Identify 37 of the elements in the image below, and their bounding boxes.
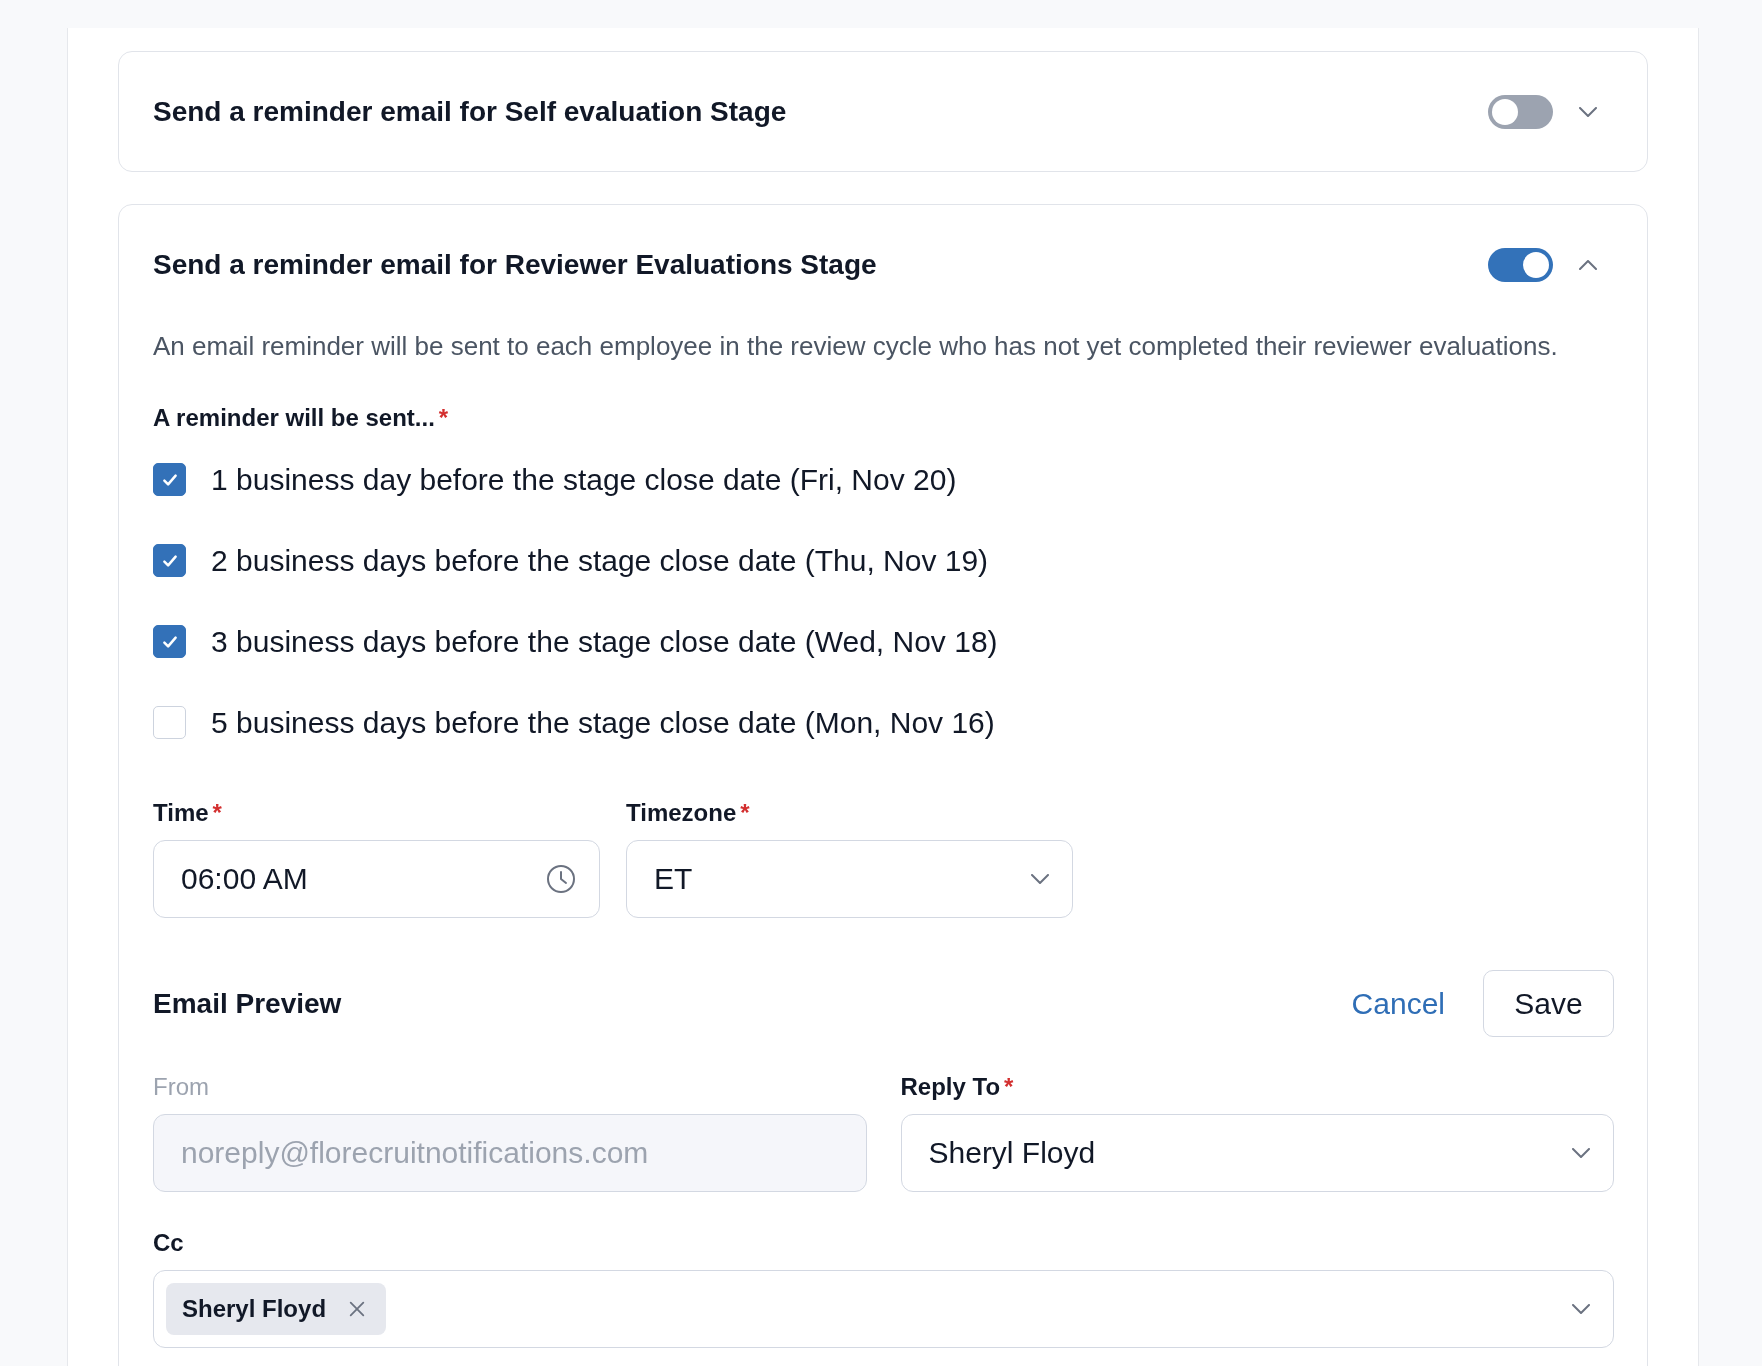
section-heading: Email Preview bbox=[153, 987, 343, 1020]
checkbox-label[interactable]: 3 business days before the stage close date (Wed, Nov 18) bbox=[211, 619, 998, 664]
selected-chip[interactable]: Sheryl Floyd bbox=[166, 1283, 387, 1335]
chevron-down-icon bbox=[1031, 874, 1049, 884]
checkbox[interactable] bbox=[153, 463, 186, 496]
field-label: A reminder will be sent... bbox=[153, 404, 435, 432]
toggle-switch[interactable] bbox=[1488, 248, 1553, 282]
dropdown-field[interactable]: Sheryl Floyd bbox=[900, 1114, 1614, 1192]
time-field[interactable]: 06:00 AM bbox=[153, 840, 600, 918]
chevron-up-icon[interactable] bbox=[1579, 260, 1597, 270]
section-title: Send a reminder email for Self evaluation Stage bbox=[153, 96, 788, 128]
outlined-button[interactable]: Save bbox=[1483, 970, 1614, 1037]
field-label: From bbox=[153, 1073, 209, 1101]
chevron-down-icon bbox=[1572, 1304, 1590, 1314]
checkbox[interactable] bbox=[153, 544, 186, 577]
dropdown-field[interactable]: ET bbox=[626, 840, 1073, 918]
checkbox[interactable] bbox=[153, 625, 186, 658]
clock-icon bbox=[546, 864, 576, 894]
required-mark: * bbox=[740, 799, 750, 827]
field-label: Cc bbox=[153, 1229, 184, 1257]
chevron-down-icon[interactable] bbox=[1579, 107, 1597, 117]
toggle-switch[interactable] bbox=[1488, 95, 1553, 129]
text-link-button[interactable]: Cancel bbox=[1351, 986, 1445, 1021]
required-mark: * bbox=[1004, 1073, 1014, 1101]
field-label: Reply To bbox=[900, 1073, 1001, 1101]
checkbox-label[interactable]: 5 business days before the stage close date (Mon, Nov 16) bbox=[211, 700, 995, 745]
checkbox-label[interactable]: 1 business day before the stage close date (Fri, Nov 20) bbox=[211, 457, 957, 502]
section-title: Send a reminder email for Reviewer Evaluations Stage bbox=[153, 249, 878, 281]
required-mark: * bbox=[438, 404, 449, 432]
field-label: Timezone bbox=[626, 799, 737, 827]
checkbox-label[interactable]: 2 business days before the stage close date (Thu, Nov 19) bbox=[211, 538, 989, 583]
field-label: Time bbox=[153, 799, 209, 827]
required-mark: * bbox=[212, 799, 222, 827]
section-description: An email reminder will be sent to each employee in the review cycle who has not yet completed their reviewer evaluations. bbox=[153, 330, 1559, 362]
chevron-down-icon bbox=[1572, 1148, 1590, 1158]
close-icon[interactable] bbox=[348, 1300, 367, 1318]
multi-select-field[interactable]: Sheryl Floyd bbox=[153, 1270, 1614, 1348]
